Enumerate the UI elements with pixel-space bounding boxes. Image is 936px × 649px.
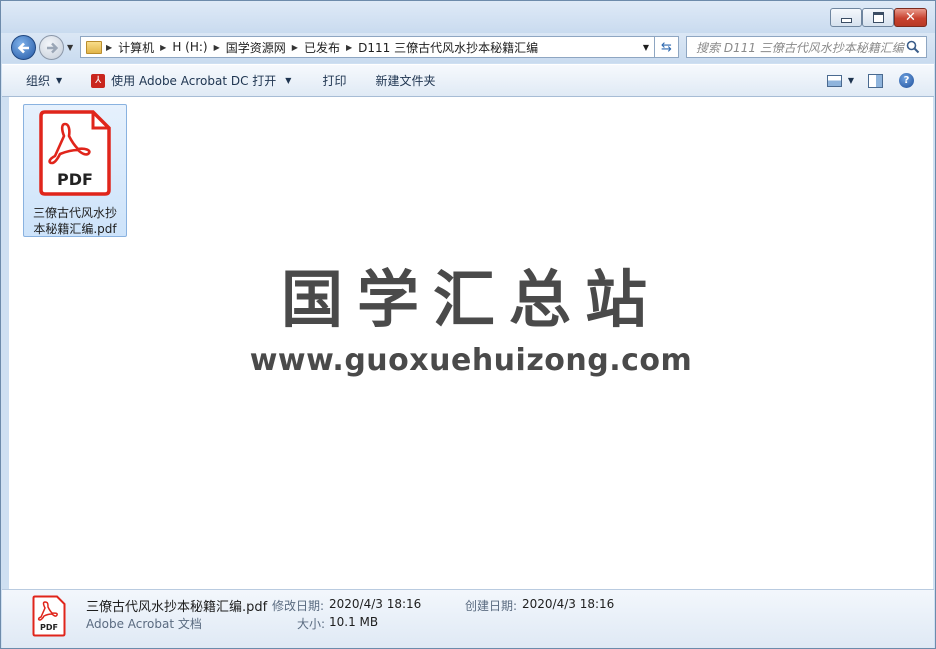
details-filetype: Adobe Acrobat 文档 bbox=[86, 617, 202, 631]
help-button[interactable]: ? bbox=[891, 65, 934, 96]
folder-icon bbox=[86, 40, 102, 54]
acrobat-icon: ⅄ bbox=[91, 73, 106, 88]
details-pdf-icon: PDF bbox=[32, 595, 66, 637]
watermark: 国学汇总站 www.guoxuehuizong.com bbox=[9, 263, 933, 379]
address-row: ▼ ▶ 计算机 ▶ H (H:) ▶ 国学资源网 ▶ 已发布 ▶ D111 三僚… bbox=[1, 33, 935, 63]
back-button[interactable] bbox=[11, 35, 36, 60]
search-icon bbox=[906, 40, 920, 54]
minimize-button[interactable] bbox=[830, 8, 862, 27]
print-button[interactable]: 打印 bbox=[302, 65, 357, 96]
modified-label: 修改日期: bbox=[272, 599, 325, 613]
forward-arrow-icon bbox=[46, 42, 58, 53]
size-label: 大小: bbox=[297, 617, 326, 631]
title-bar: ✕ bbox=[1, 1, 935, 33]
search-box[interactable]: 搜索 D111 三僚古代风水抄本秘籍汇编 bbox=[686, 36, 927, 58]
close-button[interactable]: ✕ bbox=[894, 8, 927, 27]
view-options-button[interactable]: ▼ bbox=[821, 65, 860, 96]
back-arrow-icon bbox=[17, 42, 29, 53]
breadcrumb-folder[interactable]: 国学资源网 bbox=[220, 39, 292, 56]
new-folder-label: 新建文件夹 bbox=[375, 74, 436, 88]
file-name: 三僚古代风水抄 本秘籍汇编.pdf bbox=[24, 205, 126, 237]
file-item-pdf[interactable]: PDF 三僚古代风水抄 本秘籍汇编.pdf bbox=[23, 104, 127, 237]
forward-button[interactable] bbox=[39, 35, 64, 60]
created-value: 2020/4/3 18:16 bbox=[522, 597, 615, 611]
maximize-icon bbox=[872, 12, 884, 23]
close-icon: ✕ bbox=[905, 10, 916, 25]
details-pdf-icon-label: PDF bbox=[40, 623, 58, 632]
command-bar: 组织 ▼ ⅄ 使用 Adobe Acrobat DC 打开 ▼ 打印 新建文件夹… bbox=[2, 64, 934, 97]
modified-value: 2020/4/3 18:16 bbox=[329, 597, 422, 611]
address-dropdown-icon[interactable]: ▼ bbox=[643, 43, 649, 52]
breadcrumb-drive[interactable]: H (H:) bbox=[166, 40, 213, 54]
refresh-button[interactable]: ⇆ bbox=[655, 36, 679, 58]
refresh-icon: ⇆ bbox=[661, 39, 672, 55]
file-list[interactable]: PDF 三僚古代风水抄 本秘籍汇编.pdf 国学汇总站 www.guoxuehu… bbox=[9, 97, 933, 589]
pdf-icon-label: PDF bbox=[57, 170, 93, 189]
watermark-title: 国学汇总站 bbox=[280, 263, 661, 336]
address-bar[interactable]: ▶ 计算机 ▶ H (H:) ▶ 国学资源网 ▶ 已发布 ▶ D111 三僚古代… bbox=[80, 36, 655, 58]
view-icon bbox=[826, 74, 842, 87]
pdf-file-icon: PDF bbox=[39, 110, 111, 196]
breadcrumb-folder[interactable]: 已发布 bbox=[298, 39, 346, 56]
explorer-window: ✕ ▼ ▶ 计算机 ▶ H (H:) ▶ 国学资源网 ▶ 已发布 ▶ D111 … bbox=[0, 0, 936, 649]
watermark-url: www.guoxuehuizong.com bbox=[249, 343, 693, 378]
details-pane: PDF 三僚古代风水抄本秘籍汇编.pdf Adobe Acrobat 文档 修改… bbox=[2, 589, 934, 648]
chevron-down-icon: ▼ bbox=[847, 76, 854, 85]
details-filename: 三僚古代风水抄本秘籍汇编.pdf bbox=[86, 600, 268, 615]
new-folder-button[interactable]: 新建文件夹 bbox=[357, 65, 446, 96]
created-label: 创建日期: bbox=[465, 599, 518, 613]
print-label: 打印 bbox=[322, 74, 347, 88]
help-icon: ? bbox=[899, 73, 914, 88]
chevron-down-icon: ▼ bbox=[285, 76, 292, 85]
breadcrumb-current[interactable]: D111 三僚古代风水抄本秘籍汇编 bbox=[352, 39, 544, 56]
open-with-button[interactable]: ⅄ 使用 Adobe Acrobat DC 打开 ▼ bbox=[73, 65, 302, 96]
size-value: 10.1 MB bbox=[329, 615, 379, 629]
chevron-down-icon: ▼ bbox=[56, 76, 63, 85]
open-with-label: 使用 Adobe Acrobat DC 打开 bbox=[111, 74, 277, 88]
organize-label: 组织 bbox=[26, 74, 51, 88]
minimize-icon bbox=[840, 18, 852, 23]
preview-pane-button[interactable] bbox=[860, 65, 891, 96]
breadcrumb-computer[interactable]: 计算机 bbox=[112, 39, 160, 56]
preview-pane-icon bbox=[868, 73, 883, 88]
file-name-line: 三僚古代风水抄 bbox=[32, 206, 117, 220]
maximize-button[interactable] bbox=[862, 8, 894, 27]
file-name-line: 本秘籍汇编.pdf bbox=[33, 222, 117, 236]
organize-button[interactable]: 组织 ▼ bbox=[2, 65, 73, 96]
recent-pages-dropdown-icon[interactable]: ▼ bbox=[67, 43, 73, 52]
search-input[interactable]: 搜索 D111 三僚古代风水抄本秘籍汇编 bbox=[687, 39, 904, 56]
